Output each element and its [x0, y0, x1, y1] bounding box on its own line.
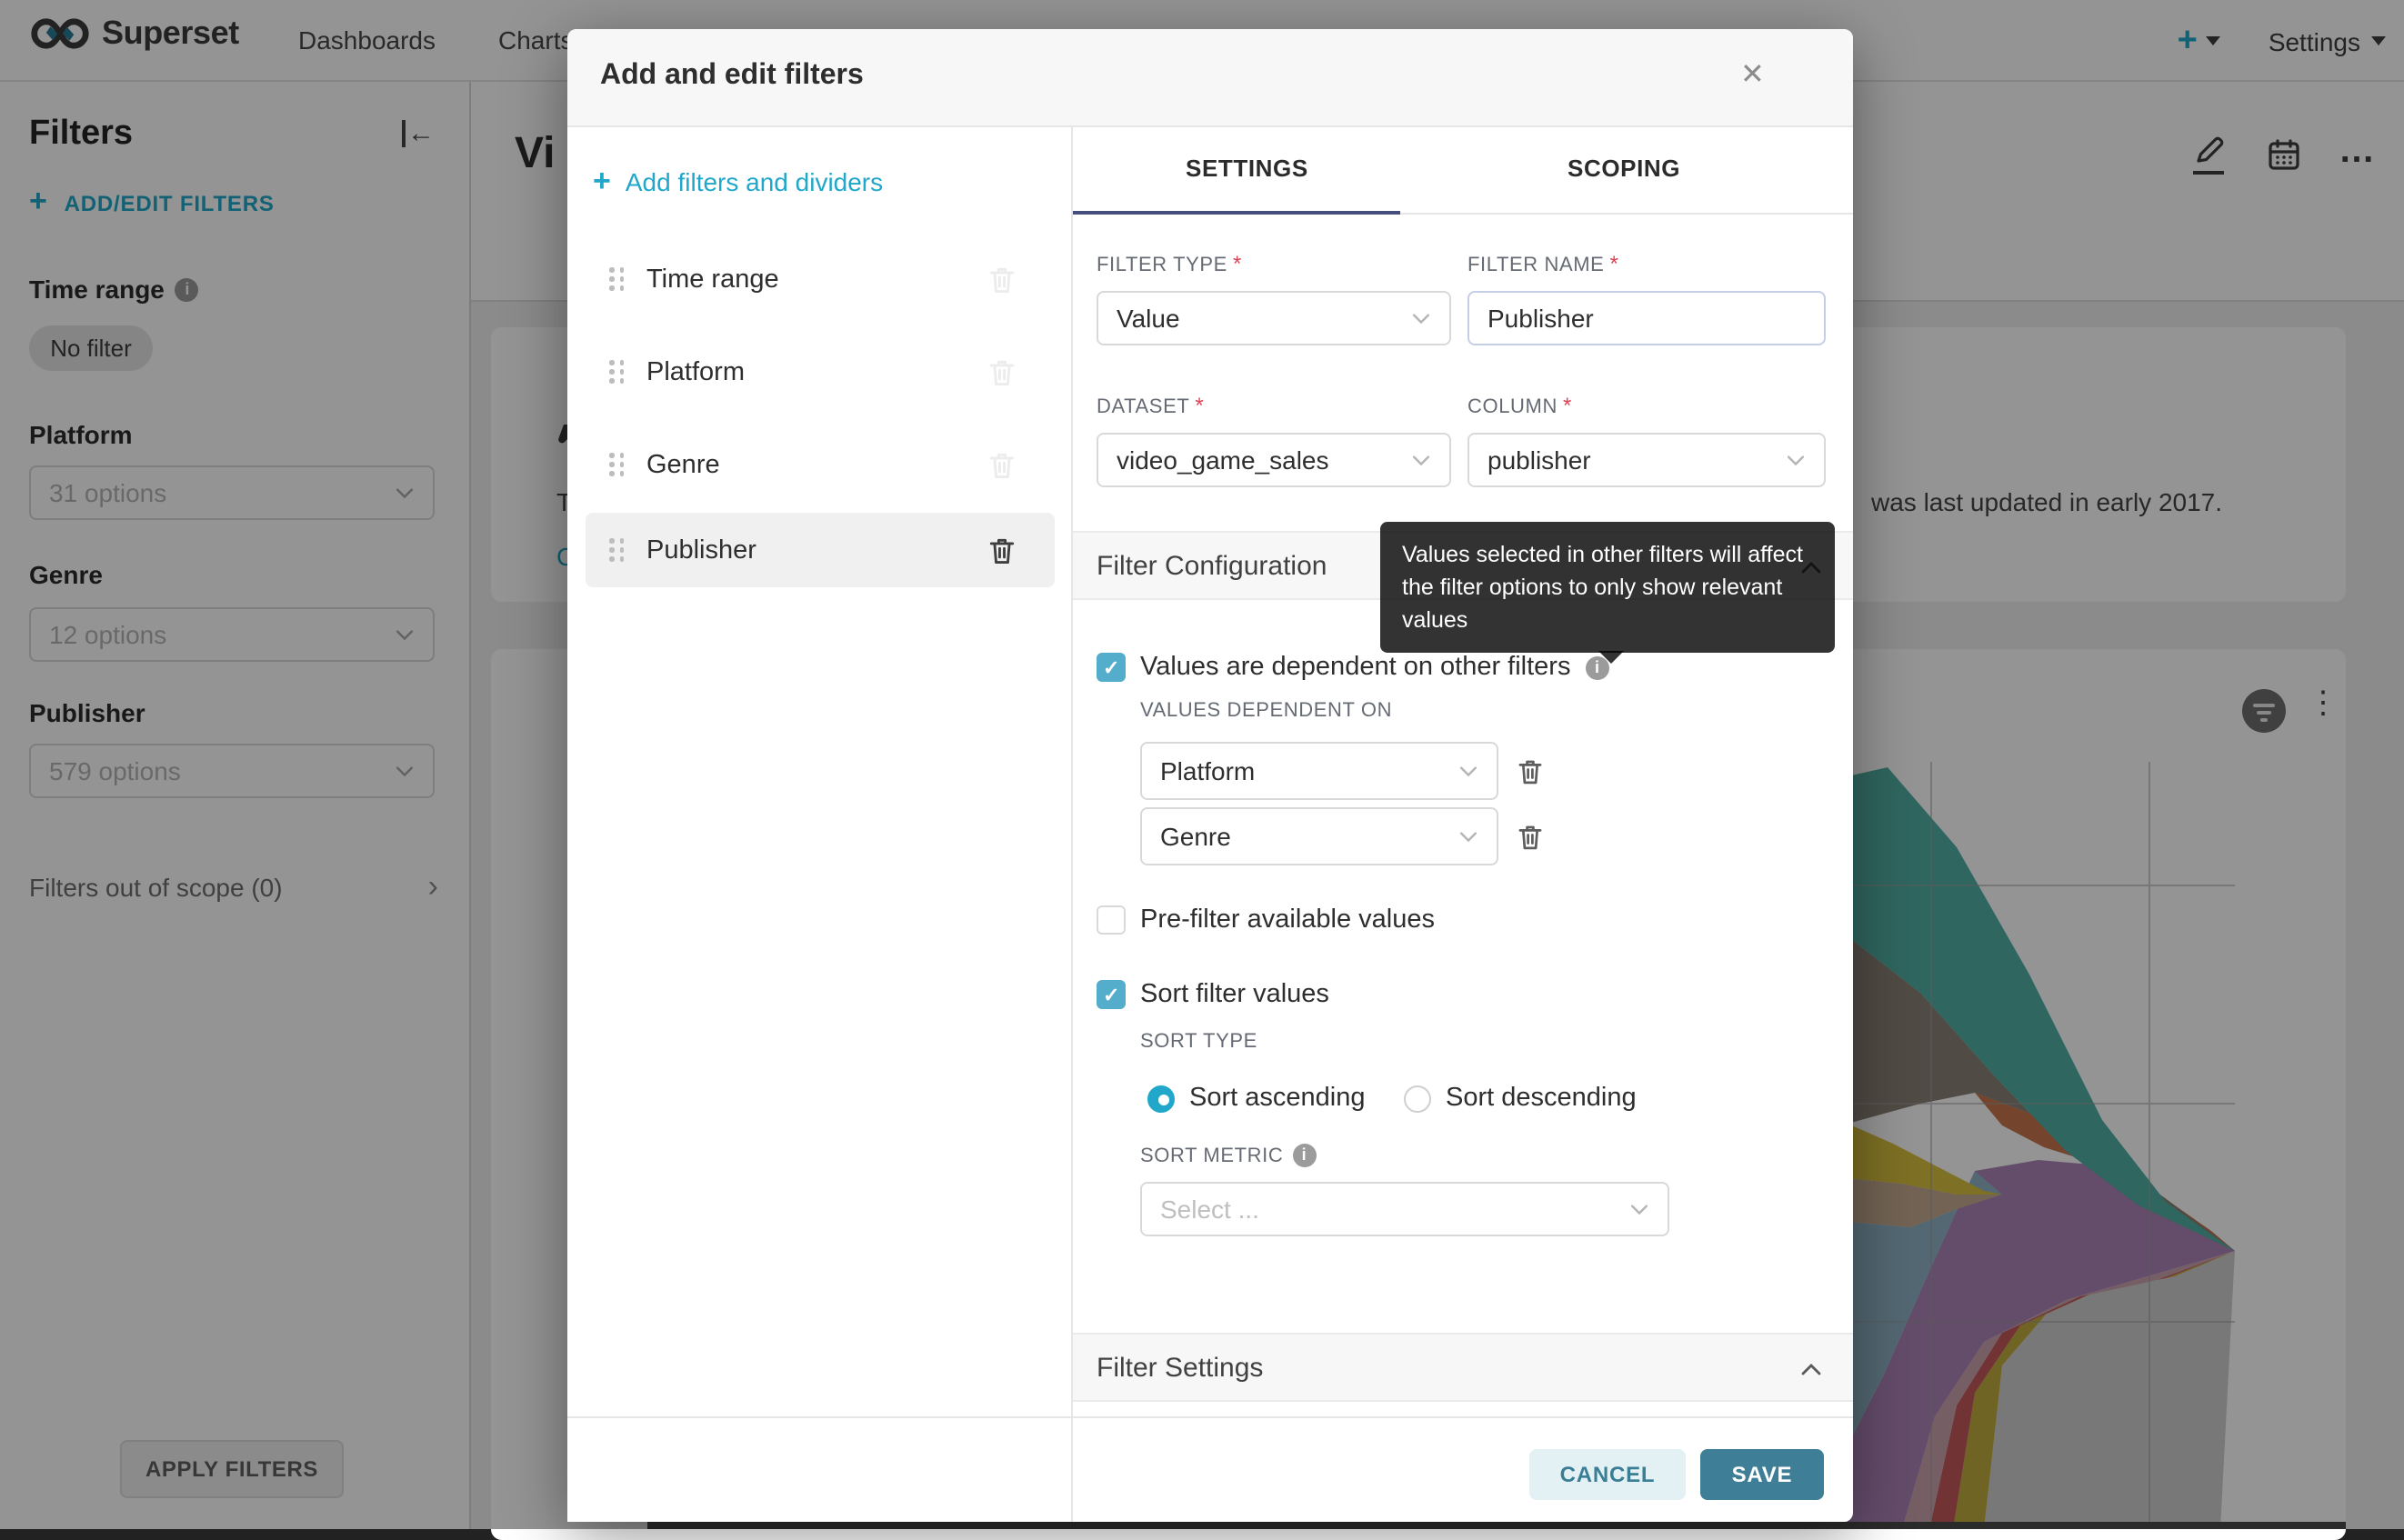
- sort-type-label: SORT TYPE: [1140, 1031, 1257, 1053]
- chevron-down-icon: [1411, 454, 1431, 466]
- dependent-select-platform[interactable]: Platform: [1140, 742, 1498, 800]
- filter-item-label: Publisher: [646, 535, 756, 565]
- tab-settings[interactable]: SETTINGS: [1186, 155, 1308, 182]
- filter-name-input[interactable]: Publisher: [1467, 291, 1826, 345]
- radio-selected-icon[interactable]: [1147, 1085, 1175, 1112]
- modal-header: Add and edit filters ✕: [567, 29, 1853, 127]
- tooltip-text: Values selected in other filters will af…: [1402, 542, 1803, 634]
- filter-list-item-genre[interactable]: Genre: [586, 427, 1055, 502]
- tooltip-arrow: [1598, 651, 1624, 665]
- tab-scoping[interactable]: SCOPING: [1568, 155, 1680, 182]
- filter-list-pane: Add filters and dividers Time range Plat…: [567, 127, 1073, 1522]
- info-icon[interactable]: [1292, 1144, 1317, 1167]
- trash-icon[interactable]: [986, 355, 1018, 388]
- sort-descending-label: Sort descending: [1446, 1084, 1637, 1113]
- plus-icon: [593, 167, 611, 196]
- add-edit-filters-modal: Add and edit filters ✕ Add filters and d…: [567, 29, 1853, 1522]
- drag-handle-icon[interactable]: [609, 453, 625, 476]
- checkbox-checked-icon[interactable]: [1097, 653, 1126, 682]
- chevron-down-icon: [1458, 830, 1478, 843]
- dependent-select-genre[interactable]: Genre: [1140, 807, 1498, 865]
- dependent-values-tooltip: Values selected in other filters will af…: [1380, 522, 1835, 665]
- add-filters-label: Add filters and dividers: [625, 167, 884, 196]
- filter-list-item-time-range[interactable]: Time range: [586, 242, 1055, 316]
- radio-unselected-icon[interactable]: [1404, 1085, 1431, 1112]
- chevron-up-icon: [1800, 1362, 1822, 1376]
- dataset-label: DATASET: [1097, 393, 1204, 418]
- filter-settings-section-header[interactable]: Filter Settings: [1073, 1333, 1853, 1402]
- drag-handle-icon[interactable]: [609, 538, 625, 562]
- sort-filter-values-label: Sort filter values: [1140, 980, 1329, 1009]
- sort-descending-radio[interactable]: Sort descending: [1404, 1084, 1637, 1113]
- chevron-down-icon: [1458, 765, 1478, 777]
- checkbox-unchecked-icon[interactable]: [1097, 905, 1126, 935]
- values-dependent-on-label: VALUES DEPENDENT ON: [1140, 700, 1393, 722]
- values-dependent-label: Values are dependent on other filters: [1140, 653, 1571, 682]
- trash-icon[interactable]: [986, 448, 1018, 481]
- column-select[interactable]: publisher: [1467, 433, 1826, 487]
- filter-type-label: FILTER TYPE: [1097, 251, 1242, 276]
- trash-icon[interactable]: [1515, 822, 1546, 853]
- drag-handle-icon[interactable]: [609, 267, 625, 291]
- screen: Superset Dashboards Charts + Settings Fi…: [0, 0, 2404, 1540]
- modal-tabs: SETTINGS SCOPING: [1073, 127, 1853, 215]
- sort-ascending-radio[interactable]: Sort ascending: [1147, 1084, 1365, 1113]
- filter-list-item-platform[interactable]: Platform: [586, 335, 1055, 409]
- filter-list-item-publisher[interactable]: Publisher: [586, 513, 1055, 587]
- section-title: Filter Settings: [1097, 1353, 1264, 1384]
- sort-metric-select[interactable]: Select ...: [1140, 1182, 1669, 1236]
- footer-divider: [567, 1416, 1853, 1418]
- chevron-down-icon: [1629, 1203, 1649, 1215]
- sort-filter-values-checkbox-row[interactable]: Sort filter values: [1097, 980, 1329, 1009]
- filter-name-label: FILTER NAME: [1467, 251, 1618, 276]
- chevron-down-icon: [1786, 454, 1806, 466]
- trash-icon[interactable]: [986, 534, 1018, 566]
- values-dependent-checkbox-row[interactable]: Values are dependent on other filters: [1097, 653, 1609, 682]
- checkbox-checked-icon[interactable]: [1097, 980, 1126, 1009]
- filter-item-label: Time range: [646, 265, 779, 294]
- cancel-button[interactable]: CANCEL: [1529, 1449, 1686, 1500]
- sort-metric-label: SORT METRIC: [1140, 1144, 1317, 1167]
- dataset-select[interactable]: video_game_sales: [1097, 433, 1451, 487]
- prefilter-label: Pre-filter available values: [1140, 905, 1435, 935]
- trash-icon[interactable]: [1515, 756, 1546, 787]
- column-label: COLUMN: [1467, 393, 1572, 418]
- trash-icon[interactable]: [986, 263, 1018, 295]
- modal-title: Add and edit filters: [600, 60, 864, 91]
- prefilter-checkbox-row[interactable]: Pre-filter available values: [1097, 905, 1435, 935]
- filter-item-label: Platform: [646, 357, 745, 386]
- section-title: Filter Configuration: [1097, 551, 1327, 582]
- active-tab-ink-bar: [1073, 210, 1400, 215]
- save-button[interactable]: SAVE: [1700, 1449, 1824, 1500]
- close-icon[interactable]: ✕: [1740, 56, 1765, 93]
- chevron-down-icon: [1411, 312, 1431, 325]
- filter-type-select[interactable]: Value: [1097, 291, 1451, 345]
- drag-handle-icon[interactable]: [609, 360, 625, 384]
- sort-ascending-label: Sort ascending: [1189, 1084, 1366, 1113]
- add-filters-and-dividers-button[interactable]: Add filters and dividers: [593, 167, 883, 196]
- filter-item-label: Genre: [646, 450, 720, 479]
